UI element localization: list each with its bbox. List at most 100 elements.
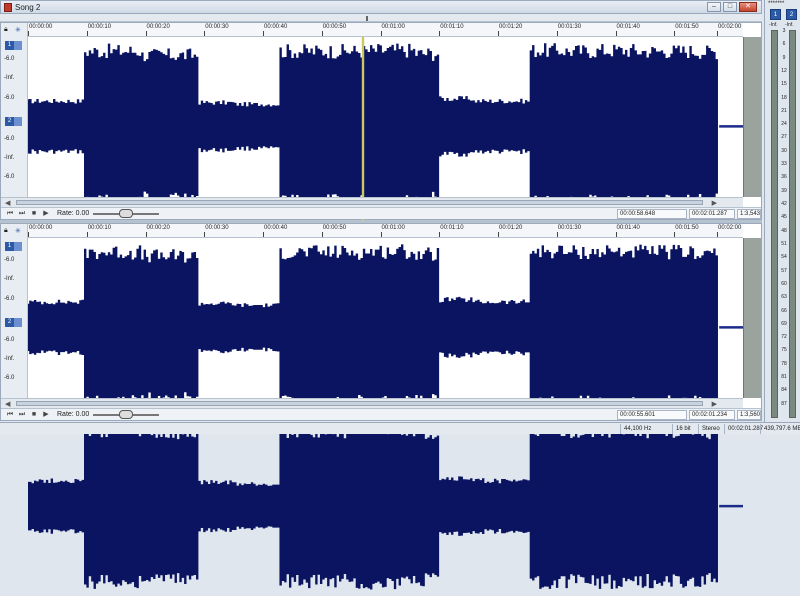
meter-scale-label: 9: [782, 54, 786, 61]
channel-1-toggle[interactable]: [14, 242, 22, 251]
channel-1-waveform: [28, 43, 718, 210]
meter-scale-label: 72: [781, 334, 787, 341]
horizontal-scrollbar[interactable]: ◀ ▶: [1, 398, 743, 408]
meter-scale-label: 69: [781, 320, 787, 327]
status-disk-space: 439,797.6 MB: [760, 424, 800, 434]
meter-bar-left: [771, 30, 778, 418]
go-to-start-icon[interactable]: ⏮: [6, 411, 14, 419]
meter-scale-label: 81: [781, 374, 787, 381]
cursor-position-field[interactable]: 00:00:58.648: [617, 209, 687, 219]
scroll-left-arrow-icon[interactable]: ◀: [5, 199, 10, 207]
go-to-end-icon[interactable]: ⏭: [18, 411, 26, 419]
channel-1-badge[interactable]: 1: [5, 41, 14, 50]
meter-scale-label: 63: [781, 294, 787, 301]
vertical-zoom-bar[interactable]: [743, 37, 761, 197]
zoom-ratio-field[interactable]: 1:3,560: [737, 410, 761, 420]
meter-scale-label: 60: [781, 280, 787, 287]
meter-scale-label: 39: [781, 187, 787, 194]
meter-scale-label: 18: [781, 94, 787, 101]
channel-2-toggle[interactable]: [14, 117, 22, 126]
overview-grip[interactable]: [366, 16, 368, 21]
waveform-pane-bottom: 🔒︎ ✳ 1 -6.0 -Inf. -6.0 2 -6.0 -Inf. -6.0…: [0, 223, 762, 590]
db-label: -6.0: [4, 257, 15, 263]
meter-scale-label: 42: [781, 201, 787, 208]
status-bit-depth: 16 bit: [672, 424, 698, 434]
db-label: -Inf.: [4, 75, 15, 81]
play-icon[interactable]: ▶: [42, 411, 50, 419]
time-ruler[interactable]: 00:00:00 00:00:10 00:00:20 00:00:30 00:00:40…: [28, 224, 743, 238]
play-icon[interactable]: ▶: [42, 210, 50, 218]
meter-scale-label: 54: [781, 254, 787, 261]
meter-peak-1: -Inf.: [769, 22, 778, 28]
scroll-thumb[interactable]: [16, 200, 703, 205]
channel-2-badge[interactable]: 2: [5, 117, 14, 126]
meter-scale-label: 30: [781, 147, 787, 154]
db-label: -Inf.: [4, 276, 15, 282]
track-sidebar: 🔒︎ ✳ 1 -6.0 -Inf. -6.0 2 -6.0 -Inf. -6.0: [1, 23, 28, 197]
db-label: -Inf.: [4, 356, 15, 362]
meter-channel-1-button[interactable]: 1: [770, 9, 781, 20]
meter-scale-label: 66: [781, 307, 787, 314]
window-titlebar: Song 2 – □ ✕: [0, 0, 762, 14]
channel-2-waveform: [28, 422, 718, 590]
lock-icon[interactable]: 🔒︎: [4, 26, 8, 34]
meter-menu-grip[interactable]: *******: [768, 1, 784, 7]
status-duration: 00:02:01.287: [724, 424, 763, 434]
cursor-position-field[interactable]: 00:00:55.601: [617, 410, 687, 420]
meter-scale-label: 27: [781, 134, 787, 141]
rate-slider-knob[interactable]: [119, 209, 133, 218]
scroll-thumb[interactable]: [16, 401, 703, 406]
app-icon: [4, 3, 12, 12]
stop-icon[interactable]: ■: [30, 210, 38, 218]
maximize-button[interactable]: □: [723, 2, 737, 12]
channel-2-toggle[interactable]: [14, 318, 22, 327]
track-sidebar: 🔒︎ ✳ 1 -6.0 -Inf. -6.0 2 -6.0 -Inf. -6.0: [1, 224, 28, 398]
meter-scale-label: 45: [781, 214, 787, 221]
lock-icon[interactable]: 🔒︎: [4, 227, 8, 235]
zoom-ratio-field[interactable]: 1:3,543: [737, 209, 761, 219]
close-button[interactable]: ✕: [739, 2, 757, 12]
meter-scale-label: 15: [781, 81, 787, 88]
db-label: -6.0: [4, 296, 15, 302]
meter-scale-label: 36: [781, 174, 787, 181]
meter-scale-label: 33: [781, 161, 787, 168]
time-ruler[interactable]: 00:00:00 00:00:10 00:00:20 00:00:30 00:00:40…: [28, 23, 743, 37]
window-title: Song 2: [15, 3, 41, 12]
scroll-left-arrow-icon[interactable]: ◀: [5, 400, 10, 408]
scroll-right-arrow-icon[interactable]: ▶: [712, 400, 717, 408]
scroll-right-arrow-icon[interactable]: ▶: [712, 199, 717, 207]
meter-bar-right: [789, 30, 796, 418]
db-label: -6.0: [4, 337, 15, 343]
go-to-end-icon[interactable]: ⏭: [18, 210, 26, 218]
channel-1-toggle[interactable]: [14, 41, 22, 50]
meter-scale-label: 6: [782, 41, 786, 48]
channel-1-badge[interactable]: 1: [5, 242, 14, 251]
db-label: -6.0: [4, 375, 15, 381]
horizontal-scrollbar[interactable]: ◀ ▶: [1, 197, 743, 207]
meter-scale-label: 84: [781, 387, 787, 394]
rate-slider-knob[interactable]: [119, 410, 133, 419]
go-to-start-icon[interactable]: ⏮: [6, 210, 14, 218]
transport-bar: ⏮ ⏭ ■ ▶ Rate: 0.00 00:00:58.648 00:02:01…: [1, 207, 761, 219]
status-bar: 44,100 Hz 16 bit Stereo 00:02:01.287 439…: [0, 422, 800, 434]
length-field: 00:02:01.287: [689, 209, 735, 219]
db-label: -Inf.: [4, 155, 15, 161]
stop-icon[interactable]: ■: [30, 411, 38, 419]
meter-channel-2-button[interactable]: 2: [786, 9, 797, 20]
db-label: -6.0: [4, 56, 15, 62]
rate-label: Rate: 0.00: [57, 210, 90, 217]
meter-scale-label: 3: [782, 28, 786, 34]
transport-bar: ⏮ ⏭ ■ ▶ Rate: 0.00 00:00:55.601 00:02:01…: [1, 408, 761, 420]
vertical-zoom-bar[interactable]: [743, 238, 761, 398]
channel-2-badge[interactable]: 2: [5, 318, 14, 327]
minimize-button[interactable]: –: [707, 2, 721, 12]
snap-icon[interactable]: ✳: [15, 26, 21, 34]
status-channels: Stereo: [698, 424, 724, 434]
length-field: 00:02:01.234: [689, 410, 735, 420]
status-sample-rate: 44,100 Hz: [620, 424, 672, 434]
db-label: -6.0: [4, 174, 15, 180]
snap-icon[interactable]: ✳: [15, 227, 21, 235]
rate-label: Rate: 0.00: [57, 411, 90, 418]
overview-scrollbar[interactable]: [0, 14, 762, 22]
meter-scale-label: 12: [781, 67, 787, 74]
